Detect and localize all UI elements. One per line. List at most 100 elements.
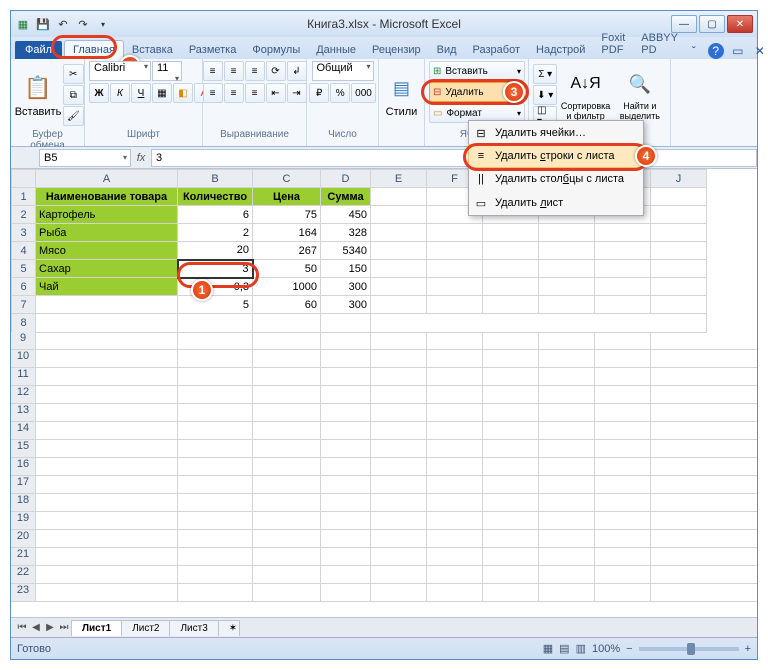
cell[interactable] [651, 296, 707, 314]
cell[interactable]: Наименование товара [36, 188, 178, 206]
align-top-button[interactable]: ≡ [203, 61, 223, 81]
cell[interactable]: 50 [253, 260, 321, 278]
cell[interactable] [595, 296, 651, 314]
align-bottom-button[interactable]: ≡ [245, 61, 265, 81]
cell[interactable] [371, 296, 427, 314]
menu-delete-sheet[interactable]: ▭ Удалить лист [469, 191, 643, 215]
worksheet-grid[interactable]: A B C D E F G H I J 1 Наименование товар… [11, 169, 757, 617]
sheet-nav-first-icon[interactable]: ⏮ [15, 622, 29, 633]
row-header[interactable]: 9 [11, 332, 36, 349]
cell[interactable] [483, 242, 539, 260]
decrease-indent-button[interactable]: ⇤ [266, 83, 286, 103]
cell[interactable]: 300 [321, 296, 371, 314]
col-header-C[interactable]: C [253, 170, 321, 188]
zoom-in-button[interactable]: + [745, 643, 751, 655]
tab-addins[interactable]: Надстрой [528, 41, 593, 59]
cell[interactable] [427, 278, 483, 296]
comma-button[interactable]: 000 [351, 83, 376, 103]
sheet-nav-last-icon[interactable]: ⏭ [57, 622, 71, 633]
row-header[interactable]: 14 [11, 422, 36, 439]
col-header-B[interactable]: B [178, 170, 253, 188]
cell[interactable]: 75 [253, 206, 321, 224]
menu-delete-columns[interactable]: || Удалить столбцы с листа [469, 167, 643, 191]
row-header[interactable]: 6 [12, 278, 36, 296]
cell[interactable]: 0,3 [178, 278, 253, 296]
cell[interactable] [371, 188, 427, 206]
help-icon[interactable]: ? [708, 43, 724, 59]
cell[interactable] [371, 260, 427, 278]
cell[interactable] [651, 224, 707, 242]
autosum-button[interactable]: Σ ▾ [533, 64, 557, 84]
cell[interactable] [427, 224, 483, 242]
menu-delete-rows[interactable]: ≡ Удалить строки с листа [468, 144, 644, 168]
align-middle-button[interactable]: ≡ [224, 61, 244, 81]
row-header[interactable]: 3 [12, 224, 36, 242]
cell[interactable] [427, 296, 483, 314]
cell[interactable]: 164 [253, 224, 321, 242]
align-center-button[interactable]: ≡ [224, 83, 244, 103]
cell[interactable]: Рыба [36, 224, 178, 242]
row-header[interactable]: 4 [12, 242, 36, 260]
qat-more-icon[interactable]: ▾ [95, 16, 111, 32]
cell[interactable] [371, 278, 427, 296]
cell[interactable] [539, 224, 595, 242]
cell[interactable]: 5340 [321, 242, 371, 260]
row-header[interactable]: 18 [11, 494, 36, 511]
cell[interactable]: Чай [36, 278, 178, 296]
cell[interactable]: 6 [178, 206, 253, 224]
save-icon[interactable]: 💾 [35, 16, 51, 32]
row-header[interactable]: 1 [12, 188, 36, 206]
undo-icon[interactable]: ↶ [55, 16, 71, 32]
wrap-text-button[interactable]: ↲ [287, 61, 307, 81]
row-header[interactable]: 5 [12, 260, 36, 278]
row-header[interactable]: 19 [11, 512, 36, 529]
row-header[interactable]: 11 [11, 368, 36, 385]
view-normal-icon[interactable]: ▦ [543, 642, 553, 655]
cell[interactable] [595, 260, 651, 278]
cell[interactable] [427, 242, 483, 260]
sort-filter-button[interactable]: А↓Я Сортировка и фильтр [559, 62, 611, 128]
underline-button[interactable]: Ч [131, 83, 151, 103]
cell[interactable] [651, 188, 707, 206]
italic-button[interactable]: К [110, 83, 130, 103]
cell[interactable]: Картофель [36, 206, 178, 224]
fx-icon[interactable]: fx [131, 152, 151, 164]
row-header[interactable]: 15 [11, 440, 36, 457]
col-header-A[interactable]: A [36, 170, 178, 188]
cell[interactable] [371, 242, 427, 260]
cell[interactable]: 150 [321, 260, 371, 278]
cell[interactable] [483, 260, 539, 278]
fill-color-button[interactable]: ◧ [173, 83, 193, 103]
tab-formulas[interactable]: Формулы [244, 41, 308, 59]
cut-icon[interactable]: ✂ [63, 64, 84, 84]
zoom-slider[interactable] [639, 647, 739, 651]
align-right-button[interactable]: ≡ [245, 83, 265, 103]
format-painter-icon[interactable]: 🖌 [63, 106, 84, 126]
row-header[interactable]: 12 [11, 386, 36, 403]
cell[interactable]: Цена [253, 188, 321, 206]
align-left-button[interactable]: ≡ [203, 83, 223, 103]
tab-foxit[interactable]: Foxit PDF [593, 29, 633, 59]
close-workbook-icon[interactable]: ✕ [752, 43, 768, 59]
cell[interactable]: 1000 [253, 278, 321, 296]
currency-button[interactable]: ₽ [309, 83, 329, 103]
tab-developer[interactable]: Разработ [465, 41, 528, 59]
percent-button[interactable]: % [330, 83, 350, 103]
sheet-tab-2[interactable]: Лист2 [121, 620, 170, 636]
cell[interactable]: 300 [321, 278, 371, 296]
fill-button[interactable]: ⬇ ▾ [533, 85, 557, 105]
view-pagebreak-icon[interactable]: ▥ [576, 642, 586, 655]
menu-delete-cells[interactable]: ⊟ Удалить ячейки… [469, 121, 643, 145]
row-header[interactable]: 13 [11, 404, 36, 421]
cell[interactable] [651, 242, 707, 260]
cell[interactable] [595, 278, 651, 296]
tab-view[interactable]: Вид [429, 41, 465, 59]
cell[interactable] [539, 278, 595, 296]
cell[interactable]: 450 [321, 206, 371, 224]
cell[interactable] [36, 296, 178, 314]
row-header[interactable]: 2 [12, 206, 36, 224]
close-button[interactable]: ✕ [727, 15, 753, 33]
sheet-tab-3[interactable]: Лист3 [169, 620, 218, 636]
cell[interactable] [651, 260, 707, 278]
tab-file[interactable]: Файл [15, 41, 62, 59]
